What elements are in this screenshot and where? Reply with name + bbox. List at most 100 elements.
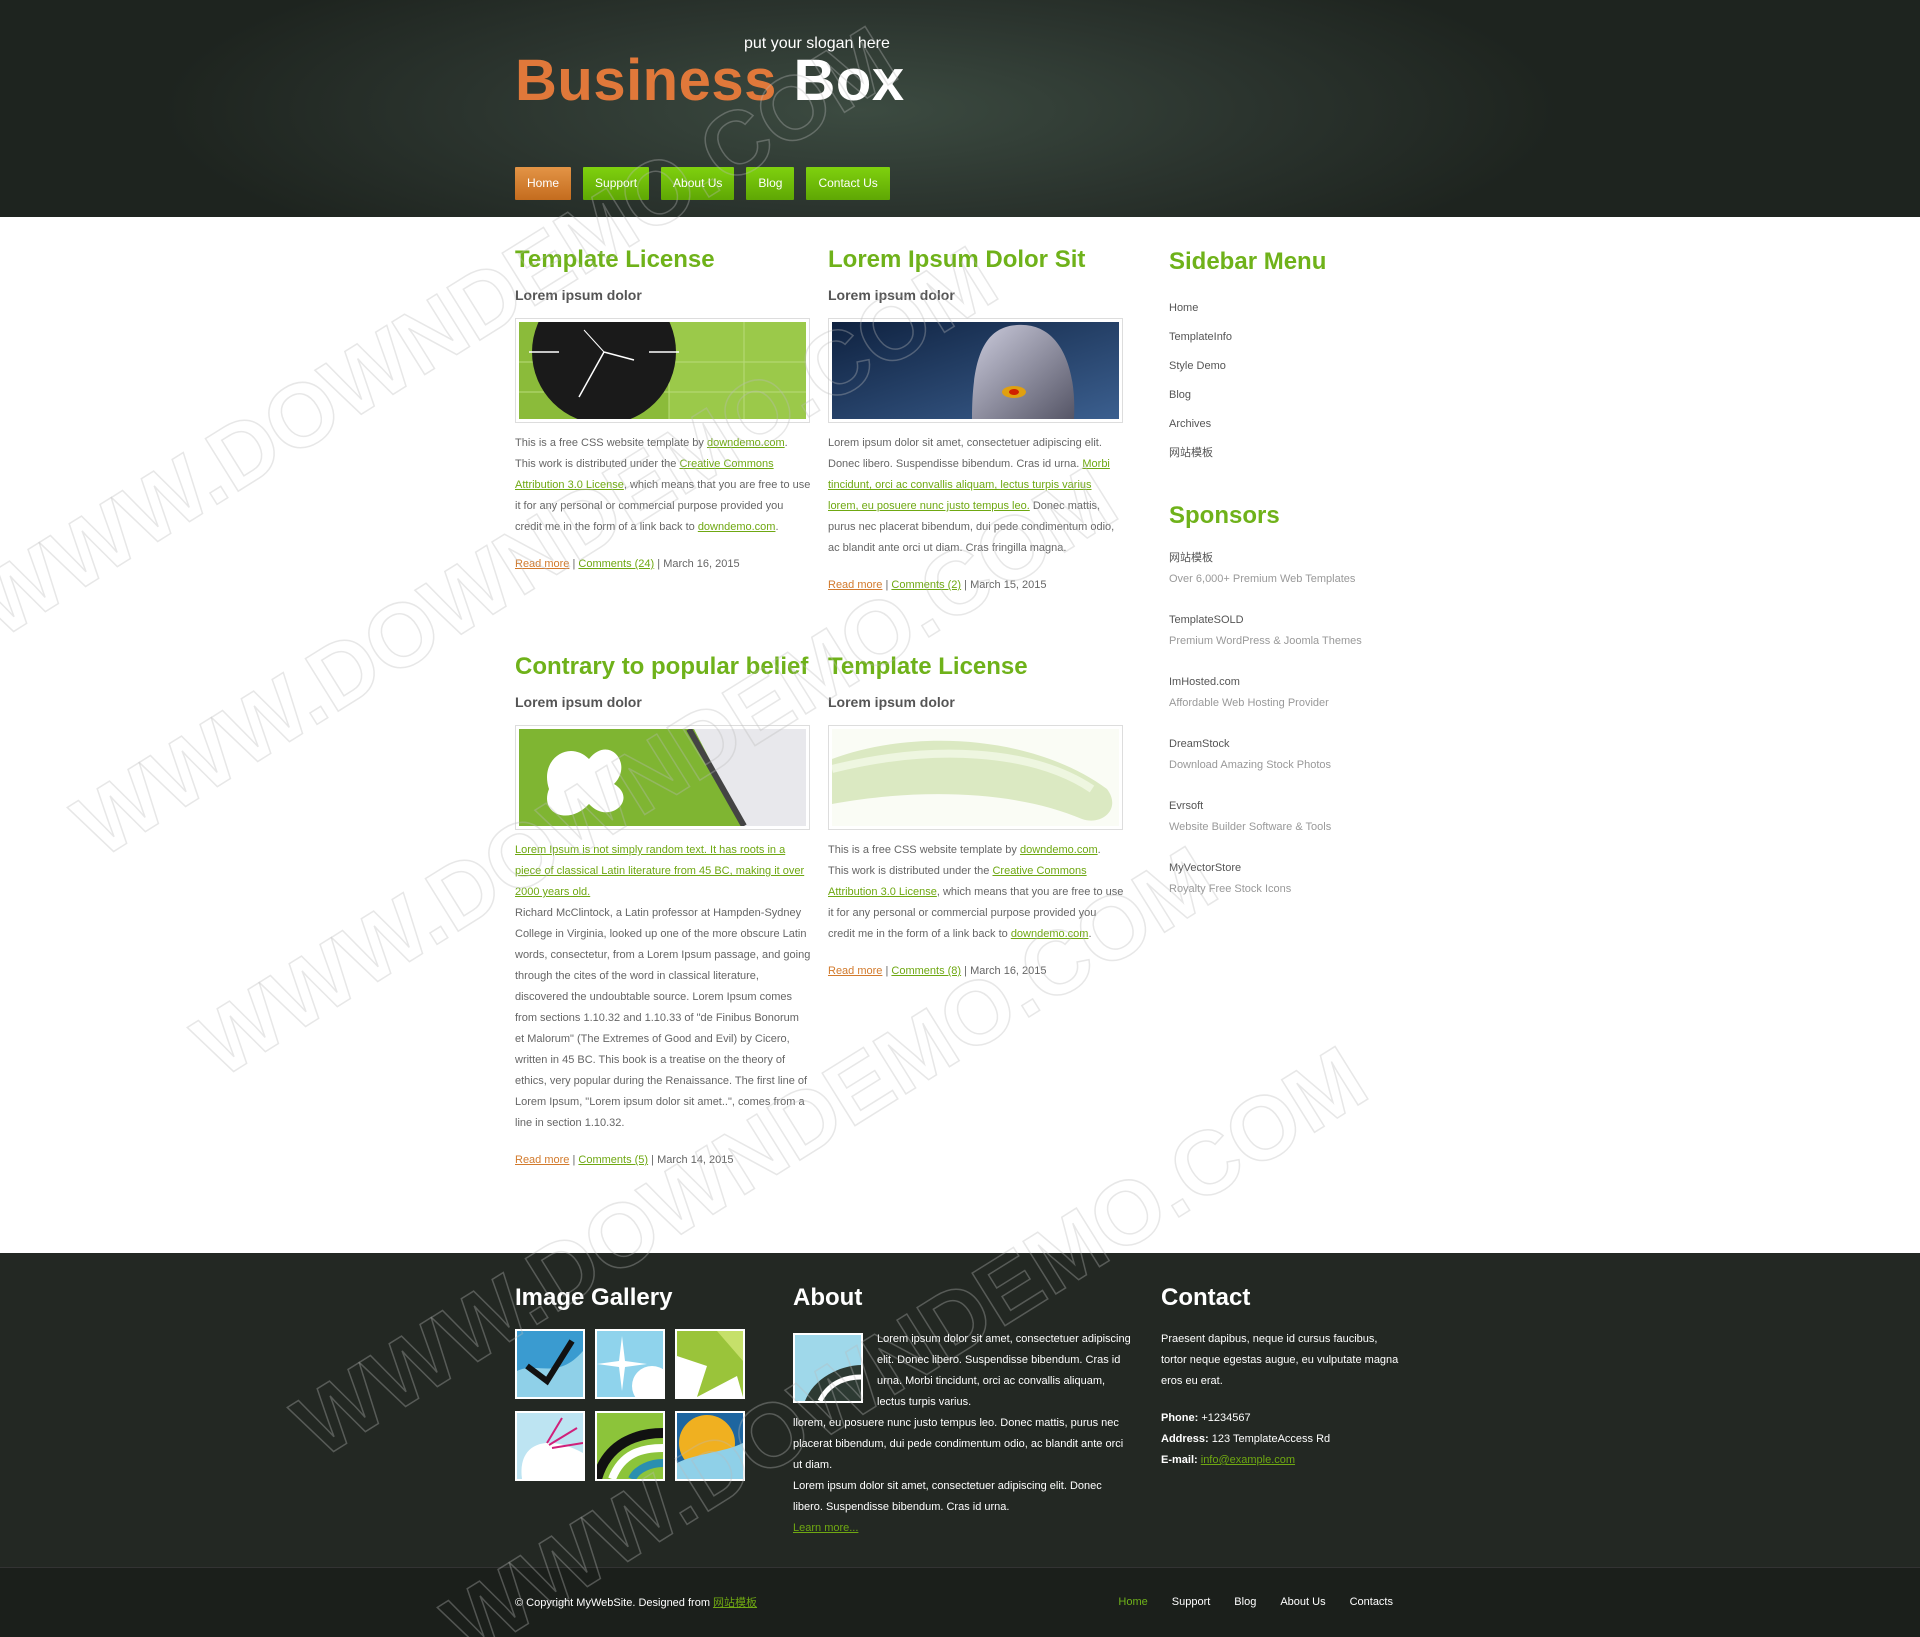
sponsor-name[interactable]: TemplateSOLD — [1169, 610, 1429, 631]
email-link[interactable]: info@example.com — [1201, 1454, 1295, 1466]
inline-link[interactable]: downdemo.com — [1011, 928, 1089, 940]
post-title[interactable]: Template License — [515, 248, 811, 272]
inline-link[interactable]: downdemo.com — [698, 521, 776, 533]
inline-link[interactable]: Morbi tincidunt, orci ac convallis aliqu… — [828, 458, 1110, 512]
post-date: March 14, 2015 — [657, 1154, 734, 1166]
sponsor-name[interactable]: DreamStock — [1169, 734, 1429, 755]
sponsor-name[interactable]: Evrsoft — [1169, 796, 1429, 817]
sidebar-item-home[interactable]: Home — [1169, 294, 1429, 323]
sponsor-list: 网站模板 Over 6,000+ Premium Web Templates Te… — [1169, 548, 1429, 900]
sidebar-item-blog[interactable]: Blog — [1169, 381, 1429, 410]
post-image-mouse — [828, 318, 1123, 423]
inline-link[interactable]: Creative Commons Attribution 3.0 License — [515, 458, 774, 491]
sponsor-item: 网站模板 Over 6,000+ Premium Web Templates — [1169, 548, 1429, 590]
inline-link[interactable]: Lorem Ipsum is not simply random text. I… — [515, 844, 804, 898]
nav-contact-us[interactable]: Contact Us — [806, 167, 890, 200]
site-logo[interactable]: Business Box — [515, 50, 905, 112]
nav-home[interactable]: Home — [515, 167, 572, 200]
sponsor-desc: Download Amazing Stock Photos — [1169, 759, 1332, 771]
post-lorem-ipsum: Lorem Ipsum Dolor Sit Lorem ipsum dolor … — [828, 248, 1124, 596]
post-meta: Read more | Comments (2) | March 15, 201… — [828, 579, 1047, 591]
sponsor-item: ImHosted.com Affordable Web Hosting Provi… — [1169, 672, 1429, 714]
comments-link[interactable]: Comments (8) — [891, 965, 961, 977]
post-template-license-2: Template License Lorem ipsum dolor This … — [828, 655, 1124, 982]
read-more-link[interactable]: Read more — [515, 558, 569, 570]
about-text-2: llorem, eu posuere nunc justo tempus leo… — [793, 1417, 1124, 1471]
post-title[interactable]: Lorem Ipsum Dolor Sit — [828, 248, 1124, 272]
nav-about-us[interactable]: About Us — [661, 167, 735, 200]
designer-link[interactable]: 网站模板 — [713, 1597, 757, 1609]
read-more-link[interactable]: Read more — [828, 579, 882, 591]
bottom-nav-contacts[interactable]: Contacts — [1350, 1596, 1393, 1608]
post-body: This is a free CSS website template by d… — [828, 844, 1124, 940]
site-header: put your slogan here Business Box Home S… — [0, 0, 1920, 217]
sponsor-item: DreamStock Download Amazing Stock Photos — [1169, 734, 1429, 776]
gallery-thumb[interactable] — [515, 1411, 585, 1481]
post-image-green-shape — [828, 725, 1123, 830]
address-label: Address: — [1161, 1433, 1209, 1445]
site-footer: Image Gallery About Lorem ipsum dolor si… — [0, 1253, 1920, 1567]
comments-link[interactable]: Comments (5) — [578, 1154, 648, 1166]
post-image-leaf — [515, 725, 810, 830]
post-date: March 16, 2015 — [663, 558, 740, 570]
sidebar-item-style-demo[interactable]: Style Demo — [1169, 352, 1429, 381]
post-date: March 16, 2015 — [970, 965, 1047, 977]
gallery-thumb[interactable] — [595, 1329, 672, 1406]
post-body: This is a free CSS website template by d… — [515, 437, 811, 533]
post-body: Lorem Ipsum is not simply random text. I… — [515, 844, 811, 1129]
contact-title: Contact — [1161, 1284, 1251, 1311]
sidebar-item-templateinfo[interactable]: TemplateInfo — [1169, 323, 1429, 352]
sponsor-desc: Website Builder Software & Tools — [1169, 821, 1332, 833]
logo-part1: Business — [515, 48, 777, 113]
about-image — [793, 1333, 863, 1403]
read-more-link[interactable]: Read more — [828, 965, 882, 977]
sponsor-name[interactable]: 网站模板 — [1169, 548, 1429, 569]
sponsor-item: MyVectorStore Royalty Free Stock Icons — [1169, 858, 1429, 900]
read-more-link[interactable]: Read more — [515, 1154, 569, 1166]
gallery-thumb[interactable] — [675, 1329, 745, 1399]
post-subtitle: Lorem ipsum dolor — [828, 287, 955, 303]
post-image-clock — [515, 318, 810, 423]
comments-link[interactable]: Comments (2) — [891, 579, 961, 591]
inline-link[interactable]: Creative Commons Attribution 3.0 License — [828, 865, 1087, 898]
post-title[interactable]: Contrary to popular belief — [515, 655, 811, 679]
post-subtitle: Lorem ipsum dolor — [515, 694, 642, 710]
sponsor-name[interactable]: MyVectorStore — [1169, 858, 1429, 879]
learn-more-link[interactable]: Learn more... — [793, 1522, 858, 1534]
about-section: About Lorem ipsum dolor sit amet, consec… — [793, 1283, 1133, 1539]
post-body: Lorem ipsum dolor sit amet, consectetuer… — [828, 437, 1115, 554]
gallery-grid — [515, 1329, 765, 1482]
sponsor-desc: Over 6,000+ Premium Web Templates — [1169, 573, 1356, 585]
logo-part2: Box — [793, 48, 905, 113]
post-title[interactable]: Template License — [828, 655, 1124, 679]
sidebar-item-archives[interactable]: Archives — [1169, 410, 1429, 439]
bottom-bar: © Copyright MyWebSite. Designed from 网站模… — [0, 1567, 1920, 1637]
bottom-nav-home[interactable]: Home — [1118, 1596, 1147, 1608]
bottom-nav-about-us[interactable]: About Us — [1280, 1596, 1325, 1608]
about-title: About — [793, 1284, 863, 1311]
post-template-license: Template License Lorem ipsum dolor This … — [515, 248, 811, 575]
bottom-nav-support[interactable]: Support — [1172, 1596, 1211, 1608]
nav-blog[interactable]: Blog — [746, 167, 795, 200]
sponsors-title: Sponsors — [1169, 502, 1280, 529]
nav-support[interactable]: Support — [583, 167, 650, 200]
gallery-thumb[interactable] — [675, 1411, 745, 1481]
sidebar-item-templates[interactable]: 网站模板 — [1169, 439, 1429, 468]
contact-email: E-mail: info@example.com — [1161, 1450, 1406, 1471]
bottom-nav-blog[interactable]: Blog — [1234, 1596, 1256, 1608]
sponsor-name[interactable]: ImHosted.com — [1169, 672, 1429, 693]
post-subtitle: Lorem ipsum dolor — [515, 287, 642, 303]
sponsor-desc: Royalty Free Stock Icons — [1169, 883, 1292, 895]
main-nav: Home Support About Us Blog Contact Us — [515, 167, 890, 200]
inline-link[interactable]: downdemo.com — [707, 437, 785, 449]
post-contrary: Contrary to popular belief Lorem ipsum d… — [515, 655, 811, 1171]
gallery-thumb[interactable] — [515, 1329, 585, 1399]
inline-link[interactable]: downdemo.com — [1020, 844, 1098, 856]
post-meta: Read more | Comments (8) | March 16, 201… — [828, 965, 1047, 977]
gallery-thumb[interactable] — [592, 1411, 665, 1482]
comments-link[interactable]: Comments (24) — [578, 558, 654, 570]
sidebar-menu: Home TemplateInfo Style Demo Blog Archiv… — [1169, 294, 1429, 468]
copyright: © Copyright MyWebSite. Designed from 网站模… — [515, 1594, 757, 1610]
copyright-text: © Copyright MyWebSite. Designed from — [515, 1597, 714, 1609]
post-subtitle: Lorem ipsum dolor — [828, 694, 955, 710]
